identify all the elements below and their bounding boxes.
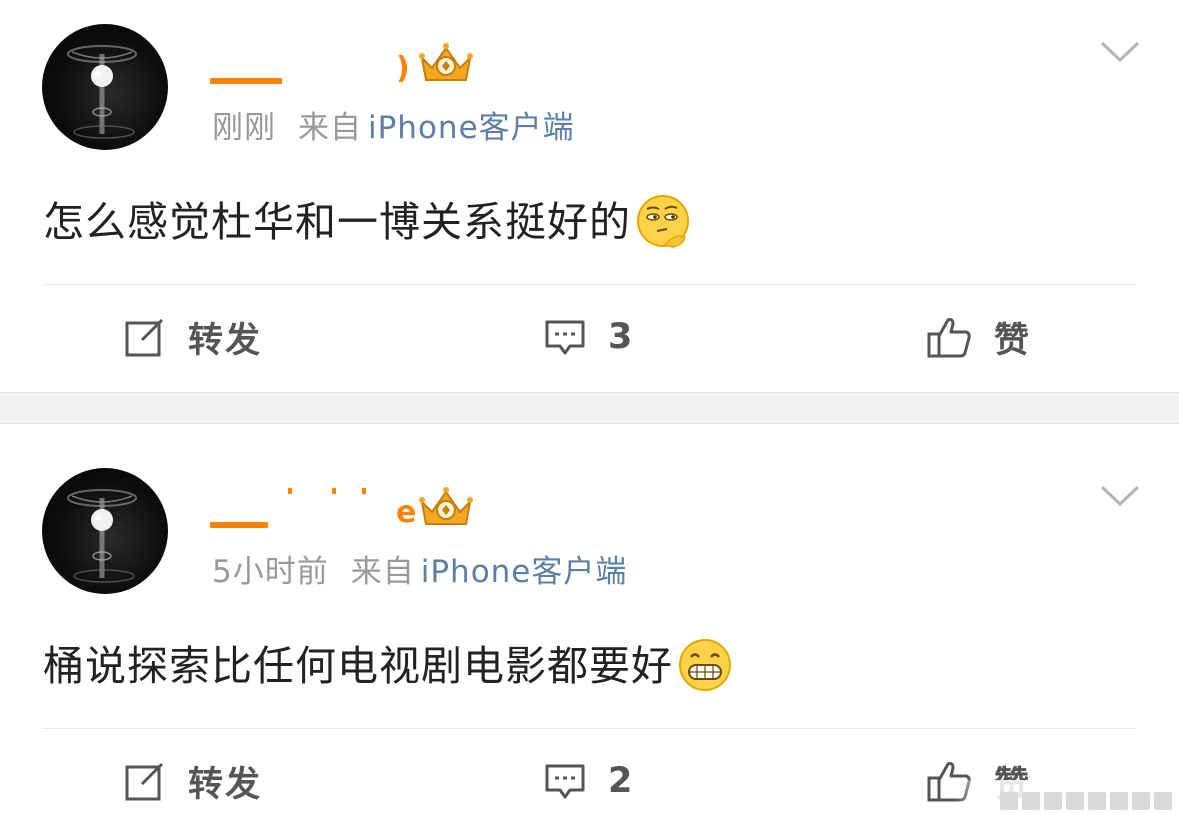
username-fragment: ) — [396, 51, 410, 86]
like-button[interactable]: 赞 — [926, 312, 1031, 362]
source-link[interactable]: iPhone客户端 — [368, 110, 575, 146]
username[interactable]: e — [210, 484, 490, 544]
avatar[interactable] — [42, 468, 168, 594]
repost-label: 转发 — [188, 764, 263, 805]
post-time: 刚刚 — [212, 110, 276, 146]
username[interactable]: ) — [210, 40, 490, 100]
post-text: 桶说探索比任何电视剧电影都要好 — [43, 642, 673, 690]
post-content: 桶说探索比任何电视剧电影都要好 — [43, 632, 733, 697]
like-label: 赞 — [994, 320, 1032, 361]
chevron-down-icon[interactable] — [1100, 484, 1140, 508]
username-redacted-bar — [210, 78, 282, 84]
chevron-down-icon[interactable] — [1100, 40, 1140, 64]
thumbs-up-icon — [927, 318, 971, 358]
grinning-face-emoji — [679, 639, 731, 691]
divider — [42, 284, 1136, 285]
comment-button[interactable]: 2 — [544, 756, 634, 806]
username-fragment — [288, 488, 292, 494]
post-meta: 5小时前 来自 iPhone客户端 — [212, 546, 627, 591]
comment-count: 3 — [608, 317, 635, 357]
edit-icon — [125, 318, 164, 357]
username-fragment: e — [396, 495, 417, 530]
watermark — [1000, 792, 1172, 810]
comment-icon — [545, 320, 585, 355]
divider — [42, 728, 1136, 729]
post-text: 怎么感觉杜华和一博关系挺好的 — [43, 198, 631, 246]
edit-icon — [125, 762, 164, 801]
post-meta: 刚刚 来自 iPhone客户端 — [212, 102, 575, 147]
username-redacted-bar — [210, 522, 268, 528]
comment-icon — [545, 764, 585, 799]
thinking-face-emoji — [637, 195, 689, 248]
post-content: 怎么感觉杜华和一博关系挺好的 — [43, 188, 691, 253]
post-card: ) 刚刚 来自 iPhone客户端 怎么感觉杜华和一博关系挺好的 转发 3 赞 — [0, 0, 1179, 392]
source-link[interactable]: iPhone客户端 — [421, 554, 628, 590]
source-prefix: 来自 — [350, 554, 415, 590]
post-card: e 5小时前 来自 iPhone客户端 桶说探索比任何电视剧电影都要好 转发 2 — [0, 424, 1179, 823]
post-time: 5小时前 — [212, 554, 329, 590]
post-separator — [0, 392, 1179, 424]
feed: ) 刚刚 来自 iPhone客户端 怎么感觉杜华和一博关系挺好的 转发 3 赞 … — [0, 0, 1179, 823]
comment-button[interactable]: 3 — [544, 312, 634, 362]
repost-button[interactable]: 转发 — [124, 756, 262, 806]
source-prefix: 来自 — [298, 110, 362, 146]
avatar[interactable] — [42, 24, 168, 150]
repost-label: 转发 — [188, 320, 263, 361]
username-fragment — [362, 488, 366, 494]
username-fragment — [332, 488, 336, 494]
crown-icon[interactable] — [418, 40, 474, 86]
repost-button[interactable]: 转发 — [124, 312, 262, 362]
crown-icon[interactable] — [418, 484, 474, 530]
comment-count: 2 — [608, 761, 635, 801]
